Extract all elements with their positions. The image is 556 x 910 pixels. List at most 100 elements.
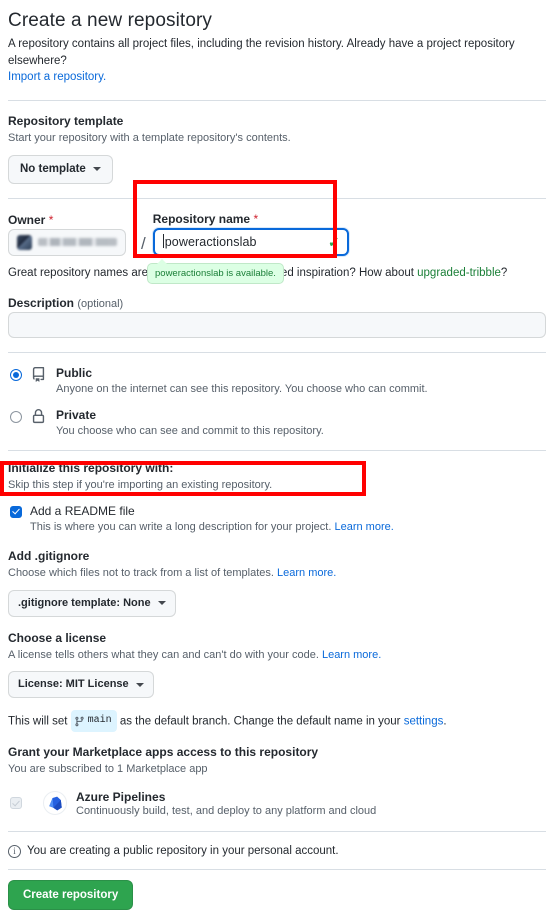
azure-pipelines-name: Azure Pipelines — [76, 789, 166, 804]
add-readme-row[interactable]: Add a README file This is where you can … — [8, 504, 546, 535]
name-availability-tooltip: poweractionslab is available. — [147, 258, 284, 285]
license-learn-more-link[interactable]: Learn more. — [322, 649, 381, 661]
azure-pipelines-icon — [43, 791, 67, 816]
description-label-text: Description — [8, 295, 75, 310]
repository-template-section: Repository template Start your repositor… — [8, 114, 546, 184]
repository-name-field-group: Repository name * poweractionslab ✓ — [152, 212, 349, 256]
description-section: Description (optional) — [8, 296, 546, 338]
owner-select-button[interactable] — [8, 228, 126, 256]
visibility-section: Public Anyone on the internet can see th… — [8, 366, 546, 440]
license-note-text: A license tells others what they can and… — [8, 648, 319, 661]
description-label: Description (optional) — [8, 296, 546, 310]
azure-pipelines-description: Continuously build, test, and deploy to … — [76, 804, 377, 817]
marketplace-label: Grant your Marketplace apps access to th… — [8, 745, 319, 760]
branch-middle-text: as the default branch. Change the defaul… — [116, 715, 404, 728]
license-select-label: License: MIT License — [18, 678, 129, 691]
gitignore-note: Choose which files not to track from a l… — [8, 565, 546, 582]
repository-name-input[interactable]: poweractionslab ✓ — [152, 227, 349, 256]
add-readme-description: This is where you can write a long descr… — [30, 520, 394, 535]
add-readme-body: Add a README file This is where you can … — [30, 504, 394, 535]
divider — [8, 450, 546, 452]
repo-icon — [31, 366, 48, 385]
page-subtitle: A repository contains all project files,… — [8, 36, 546, 86]
branch-suffix-text: . — [443, 715, 447, 728]
private-description: You choose who can see and commit to thi… — [56, 424, 324, 437]
repository-name-hint: Great repository names are short and mem… — [8, 258, 546, 285]
divider — [8, 868, 546, 870]
repository-name-value: poweractionslab — [162, 234, 328, 250]
gitignore-template-button[interactable]: .gitignore template: None — [8, 589, 176, 617]
repository-name-label: Repository name * — [153, 212, 349, 226]
description-optional-tag: (optional) — [77, 297, 124, 310]
git-branch-icon — [74, 716, 84, 727]
private-title: Private — [56, 407, 97, 422]
template-select-label: No template — [20, 162, 86, 175]
owner-label-text: Owner — [8, 212, 46, 227]
repository-name-text: poweractionslab — [164, 235, 257, 250]
default-branch-badge: main — [70, 710, 117, 733]
gitignore-template-label: .gitignore template: None — [18, 596, 151, 609]
create-repository-page: Create a new repository A repository con… — [0, 0, 556, 910]
create-repository-button[interactable]: Create repository — [8, 879, 134, 910]
repository-template-note: Start your repository with a template re… — [8, 132, 291, 145]
suggested-name-link[interactable]: upgraded-tribble — [417, 267, 501, 279]
hint-text-part1: Great repository names are — [8, 266, 152, 279]
add-readme-desc-text: This is where you can write a long descr… — [30, 520, 332, 533]
settings-link[interactable]: settings — [404, 716, 444, 728]
readme-learn-more-link[interactable]: Learn more. — [334, 521, 393, 533]
repository-name-required-mark: * — [253, 211, 259, 226]
initialize-note: Skip this step if you're importing an ex… — [8, 479, 273, 492]
divider — [8, 197, 546, 199]
lock-icon — [31, 408, 48, 427]
default-branch-name: main — [87, 715, 112, 727]
private-option-body: Private You choose who can see and commi… — [56, 408, 324, 439]
default-branch-line: This will set main as the default branch… — [8, 710, 546, 733]
text-cursor — [162, 234, 164, 249]
hint-suggestion-suffix: ? — [500, 266, 508, 279]
marketplace-note: You are subscribed to 1 Marketplace app — [8, 763, 208, 776]
check-icon: ✓ — [328, 233, 340, 250]
visibility-option-public[interactable]: Public Anyone on the internet can see th… — [8, 366, 546, 397]
marketplace-section: Grant your Marketplace apps access to th… — [8, 745, 546, 817]
page-title: Create a new repository — [8, 10, 213, 31]
repository-template-label: Repository template — [8, 114, 124, 129]
public-title: Public — [56, 365, 93, 380]
private-radio[interactable] — [10, 410, 22, 423]
azure-pipelines-checkbox[interactable] — [10, 797, 22, 810]
gitignore-section: Add .gitignore Choose which files not to… — [8, 549, 546, 617]
owner-required-mark: * — [48, 212, 54, 227]
visibility-option-private[interactable]: Private You choose who can see and commi… — [8, 408, 546, 439]
divider — [8, 830, 546, 832]
owner-label: Owner * — [8, 213, 134, 227]
template-select-button[interactable]: No template — [8, 154, 113, 184]
chevron-down-icon — [92, 167, 101, 172]
marketplace-app-row[interactable]: Azure Pipelines Continuously build, test… — [8, 790, 546, 817]
gitignore-note-text: Choose which files not to track from a l… — [8, 567, 274, 580]
azure-pipelines-body: Azure Pipelines Continuously build, test… — [76, 790, 376, 817]
owner-username-redacted — [38, 238, 117, 247]
license-note: A license tells others what they can and… — [8, 647, 546, 664]
owner-field-group: Owner * — [8, 213, 134, 256]
avatar — [17, 234, 32, 250]
public-repo-info-line: i You are creating a public repository i… — [8, 844, 546, 858]
hint-suggestion-prefix: How about — [358, 266, 418, 279]
add-readme-checkbox[interactable] — [10, 505, 22, 518]
import-repository-link[interactable]: Import a repository. — [8, 71, 106, 83]
branch-prefix-text: This will set — [8, 715, 71, 728]
chevron-down-icon — [135, 682, 144, 687]
license-select-button[interactable]: License: MIT License — [8, 671, 154, 699]
divider — [8, 351, 546, 353]
gitignore-learn-more-link[interactable]: Learn more. — [277, 567, 336, 579]
add-readme-title: Add a README file — [30, 503, 135, 518]
chevron-down-icon — [157, 601, 166, 606]
public-repo-info-text: You are creating a public repository in … — [27, 845, 339, 858]
public-radio[interactable] — [10, 368, 22, 381]
page-subtitle-text: A repository contains all project files,… — [8, 38, 515, 67]
owner-name-separator: / — [141, 233, 146, 253]
divider — [8, 100, 546, 102]
description-input[interactable] — [8, 311, 546, 338]
info-icon: i — [8, 844, 21, 858]
license-label: Choose a license — [8, 630, 107, 645]
public-description: Anyone on the internet can see this repo… — [56, 382, 428, 395]
repository-name-label-text: Repository name — [152, 211, 251, 226]
